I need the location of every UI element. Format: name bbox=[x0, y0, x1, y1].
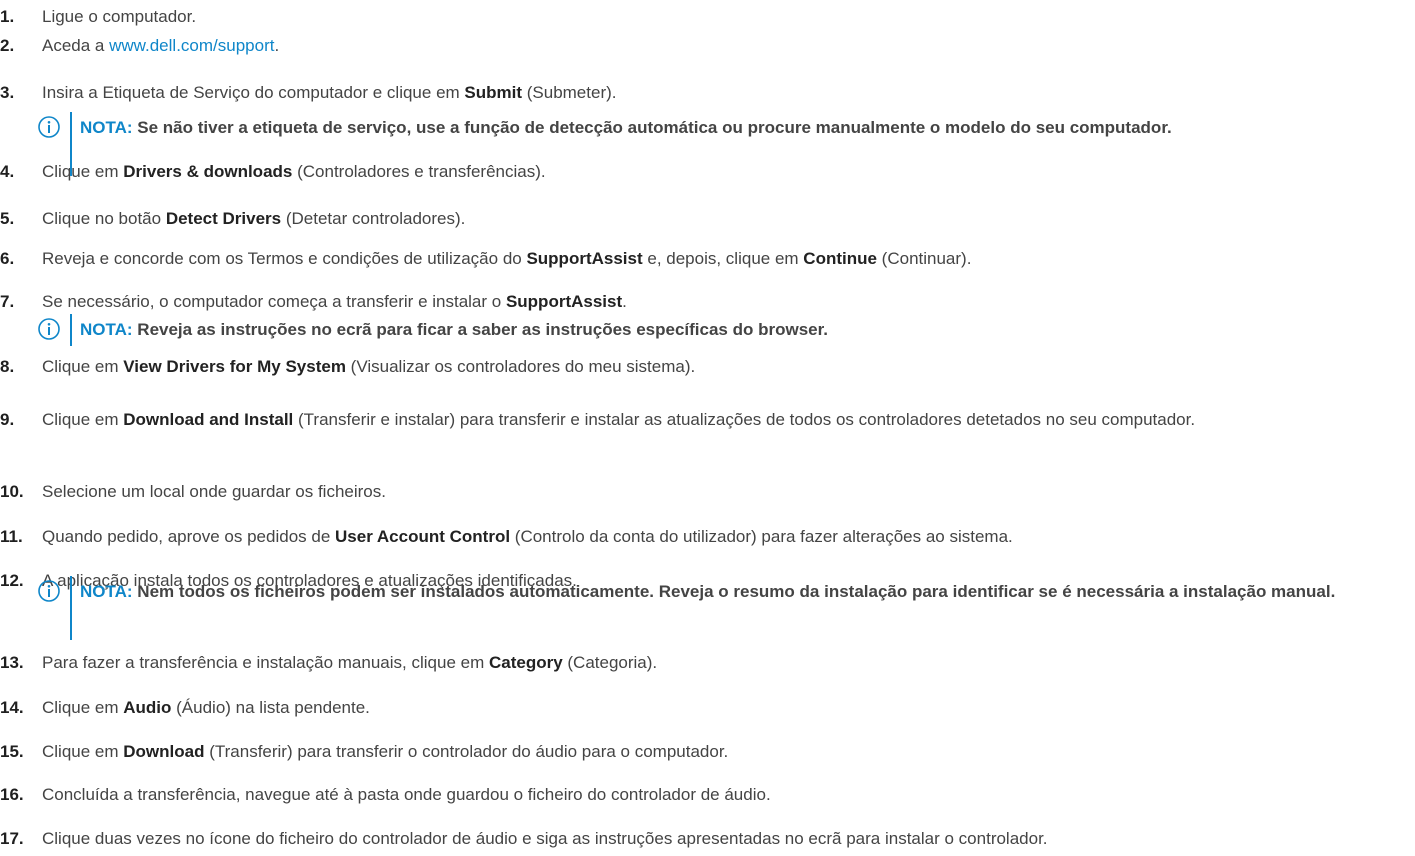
ui-term: Download bbox=[123, 742, 205, 761]
note-divider bbox=[70, 576, 72, 640]
step-text-segment: (Continuar). bbox=[876, 249, 972, 268]
list-item: 9. Clique em Download and Install (Transf… bbox=[0, 405, 1400, 463]
step-number: 11. bbox=[0, 527, 23, 546]
support-link[interactable]: www.dell.com/support bbox=[109, 36, 274, 55]
step-number: 12. bbox=[0, 571, 24, 590]
step-text-segment: (Controlo da conta do utilizador) para f… bbox=[510, 527, 1013, 546]
ui-term: User Account Control bbox=[335, 527, 511, 546]
step-number: 4. bbox=[0, 162, 15, 181]
note-callout: NOTA: Se não tiver a etiqueta de serviço… bbox=[38, 112, 1408, 176]
info-icon bbox=[38, 318, 60, 340]
step-number: 15. bbox=[0, 742, 24, 761]
step-text-segment: Quando pedido, aprove os pedidos de bbox=[42, 527, 336, 546]
step-text-segment: Se necessário, o computador começa a tra… bbox=[42, 292, 506, 311]
ui-term: Category bbox=[488, 653, 563, 672]
step-text-segment: Aceda a bbox=[42, 36, 110, 55]
step-text-segment: Selecione um local onde guardar os fiche… bbox=[42, 482, 386, 501]
step-number: 14. bbox=[0, 698, 24, 717]
step-number: 5. bbox=[0, 209, 15, 228]
step-number: 8. bbox=[0, 357, 15, 376]
step-text-segment: Clique em bbox=[42, 742, 124, 761]
step-number: 16. bbox=[0, 785, 24, 804]
step-number: 1. bbox=[0, 7, 15, 26]
step-text-segment: Clique no botão bbox=[42, 209, 166, 228]
ui-term: View Drivers for My System bbox=[123, 357, 346, 376]
step-number: 13. bbox=[0, 653, 24, 672]
step-text-segment: . bbox=[622, 292, 627, 311]
note-divider bbox=[70, 314, 72, 346]
note-callout: NOTA: Reveja as instruções no ecrã para … bbox=[38, 314, 1408, 346]
step-text-segment: Para fazer a transferência e instalação … bbox=[42, 653, 489, 672]
note-divider bbox=[70, 112, 72, 176]
step-text-segment: Clique em bbox=[42, 698, 124, 717]
note-text: NOTA: Reveja as instruções no ecrã para … bbox=[80, 314, 1410, 345]
ui-term: Submit bbox=[464, 83, 523, 102]
step-number: 6. bbox=[0, 249, 15, 268]
ui-term: Download and Install bbox=[123, 410, 294, 429]
step-text-segment: Clique em bbox=[42, 410, 124, 429]
step-text-segment: (Submeter). bbox=[522, 83, 617, 102]
step-number: 10. bbox=[0, 482, 24, 501]
step-text-segment: (Áudio) na lista pendente. bbox=[171, 698, 370, 717]
note-body: Nem todos os ficheiros podem ser instala… bbox=[132, 582, 1336, 601]
step-number: 17. bbox=[0, 829, 24, 848]
note-callout: NOTA: Nem todos os ficheiros podem ser i… bbox=[38, 576, 1408, 640]
step-text-segment: Insira a Etiqueta de Serviço do computad… bbox=[42, 83, 465, 102]
step-text-segment: Concluída a transferência, navegue até à… bbox=[42, 785, 771, 804]
step-text-segment: (Detetar controladores). bbox=[281, 209, 466, 228]
ui-term: Audio bbox=[123, 698, 172, 717]
step-text-segment: (Categoria). bbox=[562, 653, 658, 672]
ui-term: SupportAssist bbox=[505, 292, 623, 311]
step-text-segment: (Visualizar os controladores do meu sist… bbox=[345, 357, 696, 376]
info-icon bbox=[38, 580, 60, 602]
step-number: 3. bbox=[0, 83, 15, 102]
step-text-segment: Reveja e concorde com os Termos e condiç… bbox=[42, 249, 527, 268]
ui-term: Continue bbox=[803, 249, 877, 268]
note-body: Reveja as instruções no ecrã para ficar … bbox=[132, 320, 829, 339]
ui-term: Detect Drivers bbox=[165, 209, 282, 228]
note-text: NOTA: Nem todos os ficheiros podem ser i… bbox=[80, 576, 1410, 607]
step-number: 9. bbox=[0, 410, 15, 429]
step-text-segment: (Transferir e instalar) para transferir … bbox=[293, 410, 1196, 429]
ui-term: SupportAssist bbox=[526, 249, 643, 268]
step-text-segment: Clique em bbox=[42, 357, 124, 376]
step-text-segment: Clique duas vezes no ícone do ficheiro d… bbox=[42, 829, 1048, 848]
note-text: NOTA: Se não tiver a etiqueta de serviço… bbox=[80, 112, 1410, 143]
step-text: Clique em Download and Install (Transfer… bbox=[42, 405, 1392, 434]
note-body: Se não tiver a etiqueta de serviço, use … bbox=[132, 118, 1172, 137]
step-text-segment: Ligue o computador. bbox=[42, 7, 197, 26]
step-number: 7. bbox=[0, 292, 15, 311]
note-label: NOTA: bbox=[80, 320, 133, 339]
note-label: NOTA: bbox=[80, 118, 133, 137]
step-number: 2. bbox=[0, 36, 15, 55]
step-text-segment: . bbox=[274, 36, 280, 55]
step-text-segment: (Transferir) para transferir o controlad… bbox=[204, 742, 729, 761]
note-label: NOTA: bbox=[80, 582, 133, 601]
step-text-segment: e, depois, clique em bbox=[642, 249, 804, 268]
info-icon bbox=[38, 116, 60, 138]
